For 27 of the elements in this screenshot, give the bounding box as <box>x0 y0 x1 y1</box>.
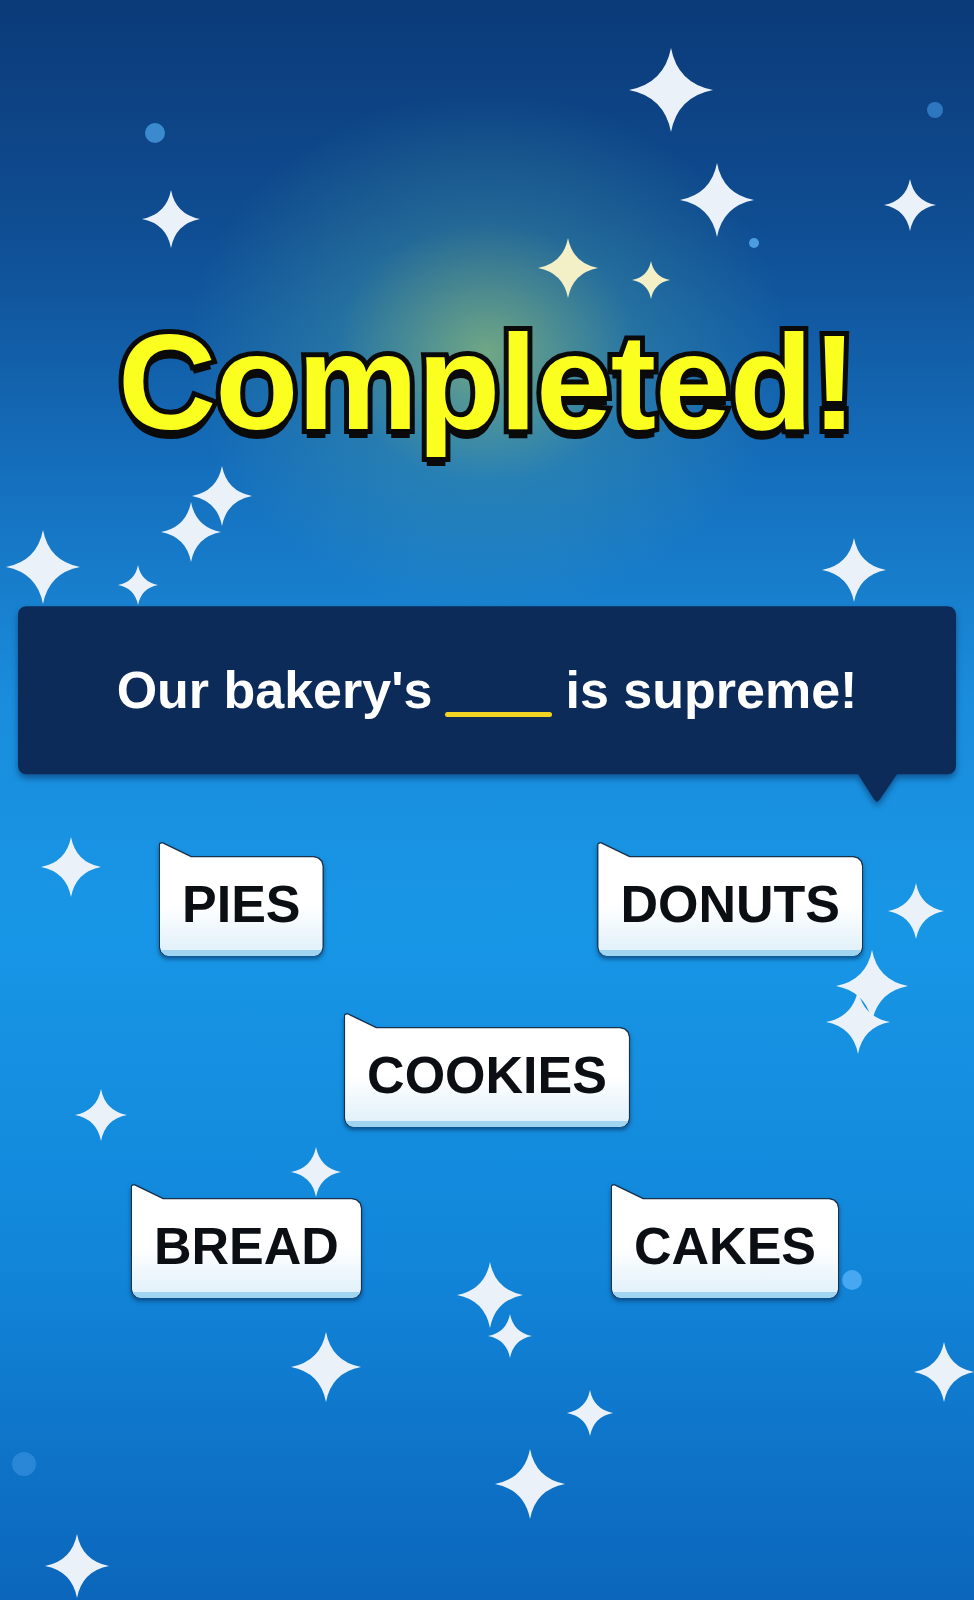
sparkle-icon <box>75 1089 127 1141</box>
sparkle-icon <box>495 1449 565 1519</box>
answer-button[interactable]: COOKIES <box>345 1014 629 1128</box>
answer-button[interactable]: DONUTS <box>598 843 862 957</box>
sparkle-icon <box>914 1342 974 1402</box>
sparkle-icon <box>161 502 221 562</box>
sparkle-icon <box>680 163 754 237</box>
answer-button[interactable]: BREAD <box>132 1185 361 1299</box>
sparkle-icon <box>538 238 598 298</box>
sparkle-icon <box>629 48 713 132</box>
sparkle-icon <box>291 1332 361 1402</box>
sparkle-icon <box>291 1147 341 1197</box>
sparkle-icon <box>142 190 200 248</box>
sparkle-icon <box>888 883 944 939</box>
question-text: is supreme! <box>565 660 858 721</box>
question-text: Our bakery's <box>116 660 433 721</box>
sparkle-icon <box>118 565 158 605</box>
answer-button[interactable]: CAKES <box>611 1185 838 1299</box>
sparkle-icon <box>632 261 670 299</box>
sparkle-icon <box>822 538 886 602</box>
sparkle-icon <box>6 530 80 604</box>
sparkle-icon <box>884 179 936 231</box>
answer-button[interactable]: PIES <box>160 843 323 957</box>
sparkle-icon <box>567 1390 613 1436</box>
sparkle-icon <box>192 466 252 526</box>
sparkle-icon <box>45 1534 109 1598</box>
sparkle-icon <box>41 837 101 897</box>
